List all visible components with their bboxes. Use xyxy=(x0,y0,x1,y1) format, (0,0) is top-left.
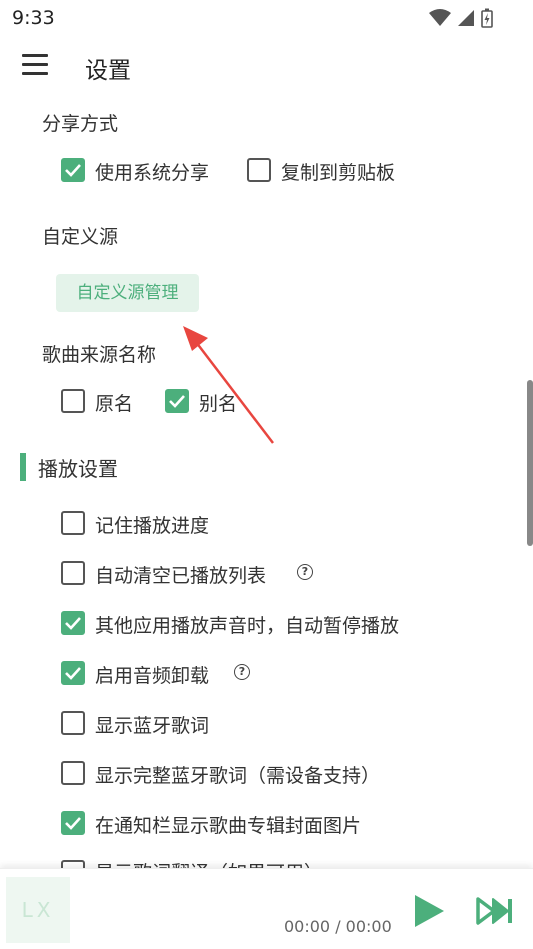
cover-logo-text: LX xyxy=(21,898,55,922)
album-cover[interactable]: LX xyxy=(6,877,70,943)
status-time: 9:33 xyxy=(12,7,55,29)
lyrics-translation-checkbox[interactable] xyxy=(61,860,85,868)
playback-time: 00:00 / 00:00 xyxy=(284,917,392,936)
player-bar: LX 00:00 / 00:00 xyxy=(0,868,533,949)
wifi-icon xyxy=(429,9,451,26)
annotation-arrow-icon xyxy=(183,326,274,444)
menu-icon[interactable] xyxy=(22,54,48,76)
play-icon[interactable] xyxy=(412,893,446,929)
auto-pause-label[interactable]: 其他应用播放声音时，自动暂停播放 xyxy=(95,611,399,638)
help-icon[interactable]: ? xyxy=(234,664,250,680)
source-original-label[interactable]: 原名 xyxy=(95,389,133,416)
battery-icon xyxy=(481,8,493,28)
auto-clear-played-label[interactable]: 自动清空已播放列表 xyxy=(95,561,266,588)
auto-pause-checkbox[interactable] xyxy=(61,611,85,635)
playback-section-title: 播放设置 xyxy=(38,457,118,481)
share-system-label[interactable]: 使用系统分享 xyxy=(95,158,209,185)
bluetooth-lyrics-label[interactable]: 显示蓝牙歌词 xyxy=(95,711,209,738)
notification-cover-label[interactable]: 在通知栏显示歌曲专辑封面图片 xyxy=(95,811,361,838)
lyrics-translation-label[interactable]: 显示歌词翻译（如果可用） xyxy=(95,858,323,868)
custom-source-manage-button[interactable]: 自定义源管理 xyxy=(56,274,199,312)
full-bluetooth-lyrics-label[interactable]: 显示完整蓝牙歌词（需设备支持） xyxy=(95,761,380,788)
share-clipboard-checkbox[interactable] xyxy=(247,158,271,182)
audio-offload-checkbox[interactable] xyxy=(61,661,85,685)
signal-icon xyxy=(458,10,474,26)
share-clipboard-label[interactable]: 复制到剪贴板 xyxy=(281,158,395,185)
page-title: 设置 xyxy=(85,58,131,84)
full-bluetooth-lyrics-checkbox[interactable] xyxy=(61,761,85,785)
share-system-checkbox[interactable] xyxy=(61,158,85,182)
status-icons xyxy=(429,8,493,28)
section-accent-bar xyxy=(20,453,26,481)
remember-progress-checkbox[interactable] xyxy=(61,511,85,535)
bluetooth-lyrics-checkbox[interactable] xyxy=(61,711,85,735)
remember-progress-label[interactable]: 记住播放进度 xyxy=(95,511,209,538)
app-bar: 设置 xyxy=(0,36,533,98)
notification-cover-checkbox[interactable] xyxy=(61,811,85,835)
source-name-label: 歌曲来源名称 xyxy=(42,344,157,366)
custom-source-label: 自定义源 xyxy=(42,226,119,248)
help-icon[interactable]: ? xyxy=(297,564,313,580)
share-method-label: 分享方式 xyxy=(42,113,119,135)
scrollbar[interactable] xyxy=(527,380,533,546)
source-original-checkbox[interactable] xyxy=(61,389,85,413)
skip-next-icon[interactable] xyxy=(476,897,514,925)
lyrics-translation-row[interactable]: 显示歌词翻译（如果可用） xyxy=(60,858,380,868)
audio-offload-label[interactable]: 启用音频卸载 xyxy=(95,661,209,688)
status-bar: 9:33 xyxy=(0,0,533,36)
auto-clear-played-checkbox[interactable] xyxy=(61,561,85,585)
